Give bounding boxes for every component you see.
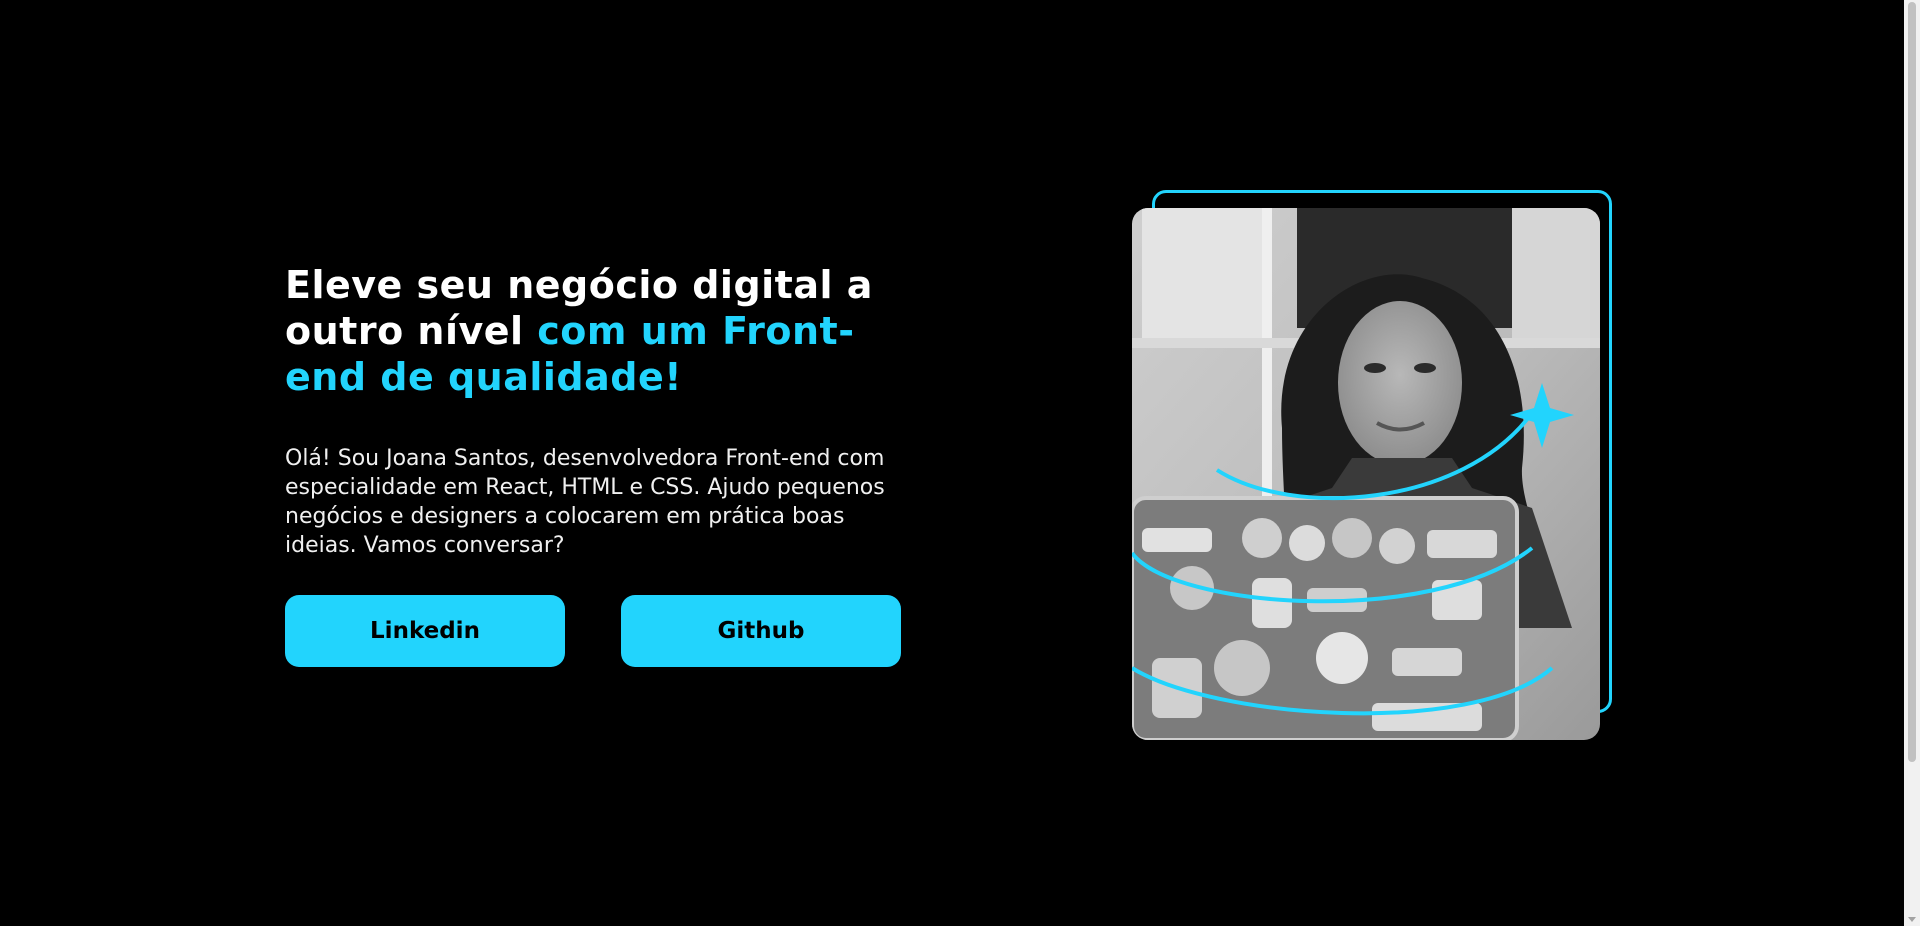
hero-section: Eleve seu negócio digital a outro nível … (0, 0, 1904, 926)
github-button[interactable]: Github (621, 595, 901, 667)
hero-content: Eleve seu negócio digital a outro nível … (285, 262, 925, 560)
profile-photo-container (1130, 190, 1620, 750)
scroll-down-arrow-icon[interactable] (1908, 917, 1916, 922)
hero-title: Eleve seu negócio digital a outro nível … (285, 262, 925, 400)
profile-photo (1132, 208, 1600, 740)
linkedin-button[interactable]: Linkedin (285, 595, 565, 667)
hero-buttons: Linkedin Github (285, 595, 901, 667)
profile-photo-illustration (1132, 208, 1600, 740)
hero-description: Olá! Sou Joana Santos, desenvolvedora Fr… (285, 446, 885, 558)
scrollbar-thumb[interactable] (1908, 2, 1916, 762)
page-scrollbar[interactable] (1904, 0, 1920, 926)
